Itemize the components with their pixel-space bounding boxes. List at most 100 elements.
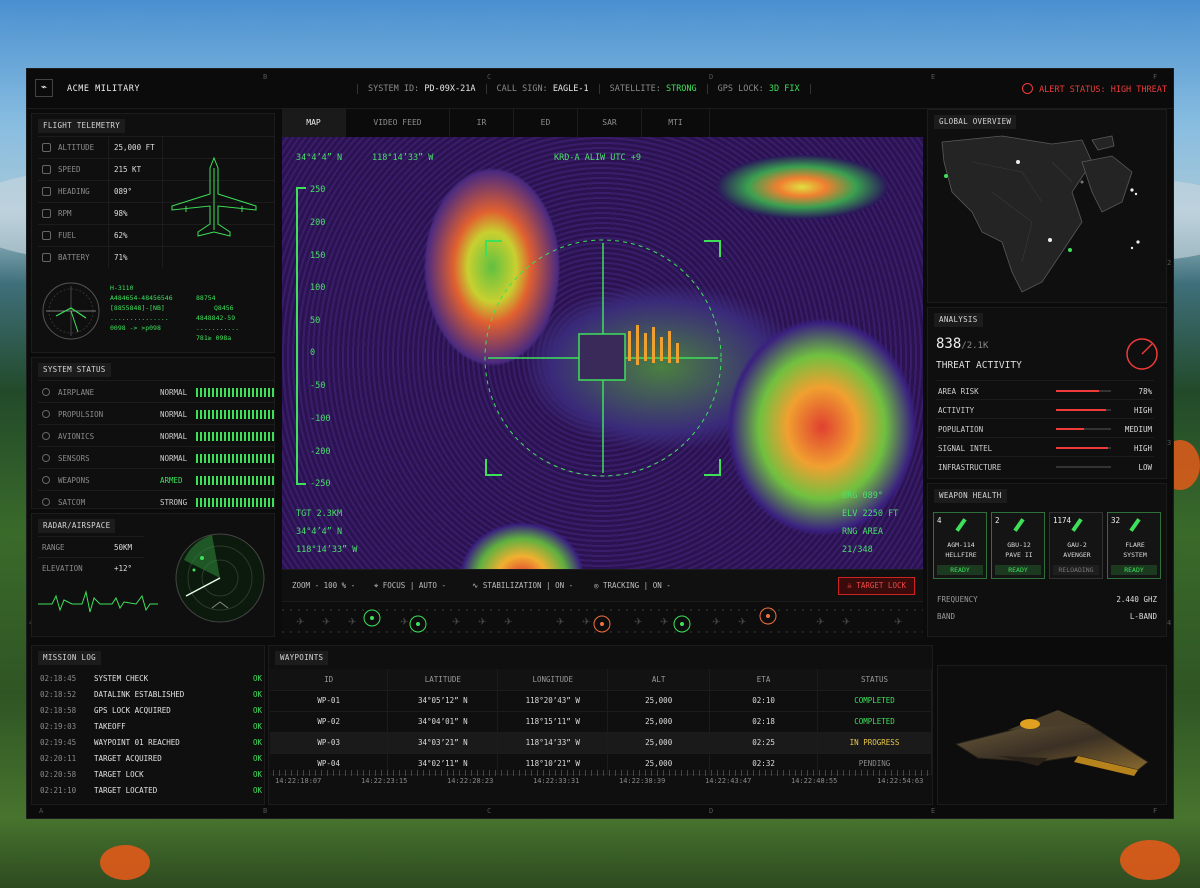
status-row-satcom: SATCOM STRONG (38, 490, 274, 512)
panel-title: WEAPON HEALTH (934, 489, 1007, 503)
grid-number: 3 (1167, 439, 1172, 447)
waypoints-table: ID LATITUDE LONGITUDE ALT ETA STATUS WP-… (270, 669, 932, 775)
aircraft-wireframe-icon (171, 156, 257, 237)
threat-gauge-icon (1126, 338, 1158, 370)
column-header[interactable]: ETA (709, 669, 819, 691)
scale-label: -50 (310, 381, 326, 391)
weapon-card-hellfire[interactable]: 4 AGM-114 HELLFIRE READY (933, 512, 987, 579)
system-id: SYSTEM ID: PD-09X-21A (357, 84, 486, 94)
telemetry-codes-left: H-3110 A484654-48456546 [8855848]-[NB] .… (110, 284, 173, 332)
system-info-bar: SYSTEM ID: PD-09X-21A CALL SIGN: EAGLE-1… (357, 79, 811, 99)
background-flower (1120, 840, 1180, 880)
threat-count: 838/2.1K (936, 336, 989, 352)
log-entry: 02:19:03 TAKEOFF OK (40, 722, 262, 731)
telemetry-codes-right: 88754 Q8456 4848842-59 ........... 781≥ … (196, 294, 240, 342)
column-header[interactable]: ID (270, 669, 389, 691)
weapon-card-flare[interactable]: 32 FLARE SYSTEM READY (1107, 512, 1161, 579)
background-flower (100, 845, 150, 880)
svg-text:✈: ✈ (738, 617, 746, 628)
column-header[interactable]: ALT (607, 669, 711, 691)
svg-text:✈: ✈ (582, 617, 590, 628)
timeline-label: 14:22:33:31 (533, 777, 580, 785)
flare-icon (1129, 518, 1141, 532)
analysis-row: ACTIVITY HIGH (936, 399, 1154, 418)
svg-text:✈: ✈ (296, 617, 304, 628)
table-row[interactable]: WP-02 34°04’01” N 118°15’11” W 25,000 02:18 C… (270, 711, 932, 733)
scale-label: 150 (310, 251, 326, 261)
analysis-panel: ANALYSIS 838/2.1K THREAT ACTIVITY AREA R… (927, 307, 1167, 479)
column-header[interactable]: STATUS (817, 669, 932, 691)
tracking-control[interactable]: ◎ TRACKING | ON - (594, 581, 671, 590)
grid-letter: A (39, 807, 44, 815)
status-row-sensors: SENSORS NORMAL (38, 446, 274, 468)
svg-text:✈: ✈ (556, 617, 564, 628)
log-entry: 02:20:11 TARGET ACQUIRED OK (40, 754, 262, 763)
tab-map[interactable]: MAP (282, 109, 346, 137)
tab-mti[interactable]: MTI (642, 109, 710, 137)
scale-label: 200 (310, 218, 326, 228)
dashboard-window: B C D E F A B C D E F 2 3 4 4 ⌁ ACME MIL… (26, 68, 1174, 819)
brand-name: ACME MILITARY (67, 84, 141, 94)
weapons-icon (42, 476, 50, 484)
avionics-icon (42, 432, 50, 440)
radar-scope[interactable] (172, 530, 268, 626)
log-entry: 02:18:58 GPS LOCK ACQUIRED OK (40, 706, 262, 715)
svg-text:✈: ✈ (452, 617, 460, 628)
overview-map[interactable] (932, 132, 1162, 300)
focus-control[interactable]: ⌖ FOCUS | AUTO - (374, 581, 446, 591)
aircraft-3d-view[interactable] (937, 665, 1167, 805)
scale-label: -200 (310, 447, 331, 457)
tab-ir[interactable]: IR (450, 109, 514, 137)
scale-label: 100 (310, 283, 326, 293)
status-level-bars (196, 432, 274, 441)
grid-number: 4 (1167, 619, 1172, 627)
column-header[interactable]: LATITUDE (387, 669, 499, 691)
log-entry: 02:18:52 DATALINK ESTABLISHED OK (40, 690, 262, 699)
analysis-row: SIGNAL INTEL HIGH (936, 437, 1154, 456)
weapon-card-pave[interactable]: 2 GBU-12 PAVE II READY (991, 512, 1045, 579)
target-lock-button[interactable]: ☠ TARGET LOCK (838, 577, 915, 595)
status-row-weapons: WEAPONS ARMED (38, 468, 274, 490)
timeline-label: 14:22:23:15 (361, 777, 408, 785)
status-level-bars (196, 388, 274, 397)
alert-status[interactable]: ALERT STATUS: HIGH THREAT (1022, 83, 1167, 95)
system-status-panel: SYSTEM STATUS AIRPLANE NORMAL PROPULSION N… (31, 357, 275, 509)
frequency-row: FREQUENCY 2.440 GHZ (937, 595, 1157, 604)
status-level-bars (196, 498, 274, 507)
flight-telemetry-panel: FLIGHT TELEMETRY ALTITUDE 25,000 FT SPEED… (31, 113, 275, 353)
global-overview-panel: GLOBAL OVERVIEW (927, 109, 1167, 303)
timeline-label: 14:22:18:07 (275, 777, 322, 785)
propulsion-icon (42, 410, 50, 418)
speed-icon (42, 165, 51, 174)
tab-sar[interactable]: SAR (578, 109, 642, 137)
brand-logo-icon[interactable]: ⌁ (35, 79, 53, 97)
table-row[interactable]: WP-03 34°03’21” N 118°14’33” W 25,000 02:25 I… (270, 732, 932, 754)
heading-icon (42, 187, 51, 196)
grid-letter: D (709, 807, 714, 815)
altitude-icon (42, 143, 51, 152)
log-entry: 02:20:58 TARGET LOCK OK (40, 770, 262, 779)
stabilization-control[interactable]: ∿ STABILIZATION | ON - (472, 581, 573, 590)
timeline-label: 14:22:38:39 (619, 777, 666, 785)
column-header[interactable]: LONGITUDE (497, 669, 609, 691)
terrain-map-view[interactable]: 34°4’4” N 118°14’33” W KRD-A ALIW UTC +9… (282, 137, 923, 569)
tab-video-feed[interactable]: VIDEO FEED (346, 109, 450, 137)
panel-title: GLOBAL OVERVIEW (934, 115, 1017, 129)
aircraft-model-icon (954, 710, 1149, 776)
svg-text:✈: ✈ (660, 617, 668, 628)
target-elevation: ELV 2250 FT (842, 509, 899, 519)
zoom-control[interactable]: ZOOM - 100 % - (292, 581, 355, 590)
targeting-reticle[interactable] (478, 233, 728, 483)
alert-skull-icon (1022, 83, 1034, 94)
weapon-card-avenger[interactable]: 1174 GAU-2 AVENGER RELOADING (1049, 512, 1103, 579)
log-entry: 02:21:10 TARGET LOCATED OK (40, 786, 262, 795)
svg-text:✈: ✈ (504, 617, 512, 628)
panel-title: RADAR/AIRSPACE (38, 519, 116, 533)
tab-ed[interactable]: ED (514, 109, 578, 137)
rpm-icon (42, 209, 51, 218)
table-row[interactable]: WP-01 34°05’12” N 118°20’43” W 25,000 02:10 C… (270, 690, 932, 712)
status-level-bars (196, 454, 274, 463)
target-longitude: 118°14’33” W (296, 545, 358, 555)
telemetry-row: BATTERY 71% (38, 246, 274, 268)
svg-text:✈: ✈ (712, 617, 720, 628)
